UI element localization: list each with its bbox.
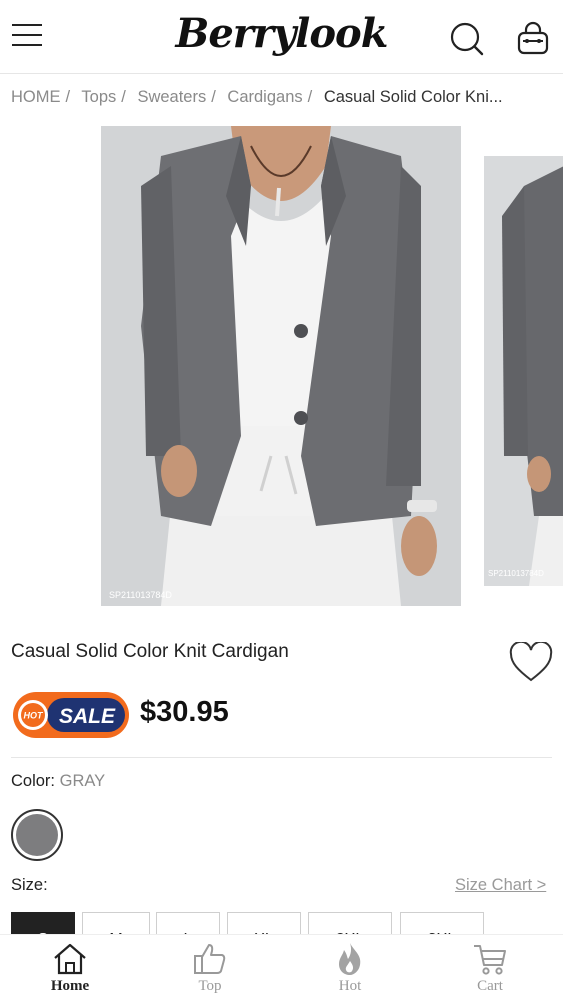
breadcrumb-separator: / bbox=[65, 88, 71, 106]
home-icon bbox=[54, 943, 86, 975]
color-swatch-gray[interactable] bbox=[11, 809, 63, 861]
color-value: GRAY bbox=[59, 772, 106, 790]
breadcrumb-separator: / bbox=[307, 88, 313, 106]
heart-icon[interactable] bbox=[508, 640, 554, 684]
nav-top-label: Top bbox=[198, 978, 222, 994]
cart-icon bbox=[474, 945, 506, 975]
breadcrumb-current: Casual Solid Color Kni... bbox=[323, 88, 503, 106]
color-label-text: Color: bbox=[11, 772, 56, 790]
badge-hot-text: HOT bbox=[24, 711, 45, 721]
breadcrumb-separator: / bbox=[211, 88, 216, 106]
size-chart-link[interactable]: Size Chart > bbox=[455, 876, 546, 895]
breadcrumb-home[interactable]: HOME bbox=[11, 88, 61, 106]
breadcrumb-separator: / bbox=[121, 88, 126, 106]
nav-top[interactable]: Top bbox=[140, 935, 280, 1000]
shopping-bag-icon[interactable] bbox=[514, 20, 552, 58]
breadcrumb: HOME / Tops / Sweaters / Cardigans / Casual … bbox=[11, 88, 556, 112]
divider bbox=[11, 757, 552, 758]
badge-sale-text: SALE bbox=[59, 705, 116, 728]
nav-home[interactable]: Home bbox=[0, 935, 140, 1000]
product-price: $30.95 bbox=[140, 696, 229, 728]
photo-code: SP211013784D bbox=[109, 590, 172, 600]
search-icon[interactable] bbox=[448, 20, 486, 58]
nav-hot[interactable]: Hot bbox=[280, 935, 420, 1000]
breadcrumb-tops[interactable]: Tops bbox=[81, 88, 116, 106]
nav-cart[interactable]: Cart bbox=[420, 935, 560, 1000]
color-swatch-fill bbox=[16, 814, 58, 856]
product-title: Casual Solid Color Knit Cardigan bbox=[11, 641, 289, 662]
photo-code: SP211013784D bbox=[488, 569, 544, 578]
bottom-navigation: Home Top Hot Cart bbox=[0, 934, 563, 1000]
breadcrumb-cardigans[interactable]: Cardigans bbox=[227, 88, 302, 106]
header: Berrylook bbox=[0, 0, 563, 74]
size-label: Size: bbox=[11, 876, 48, 894]
thumbs-up-icon bbox=[194, 944, 226, 974]
product-gallery[interactable]: SP211013784D SP211013784D bbox=[0, 126, 563, 606]
hot-sale-badge: HOT SALE bbox=[11, 690, 131, 740]
product-photo-main[interactable]: SP211013784D bbox=[101, 126, 461, 606]
product-photo-next[interactable]: SP211013784D bbox=[484, 156, 563, 586]
color-label: Color: GRAY bbox=[11, 772, 105, 791]
nav-cart-label: Cart bbox=[477, 978, 503, 994]
breadcrumb-sweaters[interactable]: Sweaters bbox=[137, 88, 206, 106]
nav-hot-label: Hot bbox=[338, 978, 362, 994]
flame-icon bbox=[339, 943, 361, 975]
nav-home-label: Home bbox=[50, 978, 90, 994]
